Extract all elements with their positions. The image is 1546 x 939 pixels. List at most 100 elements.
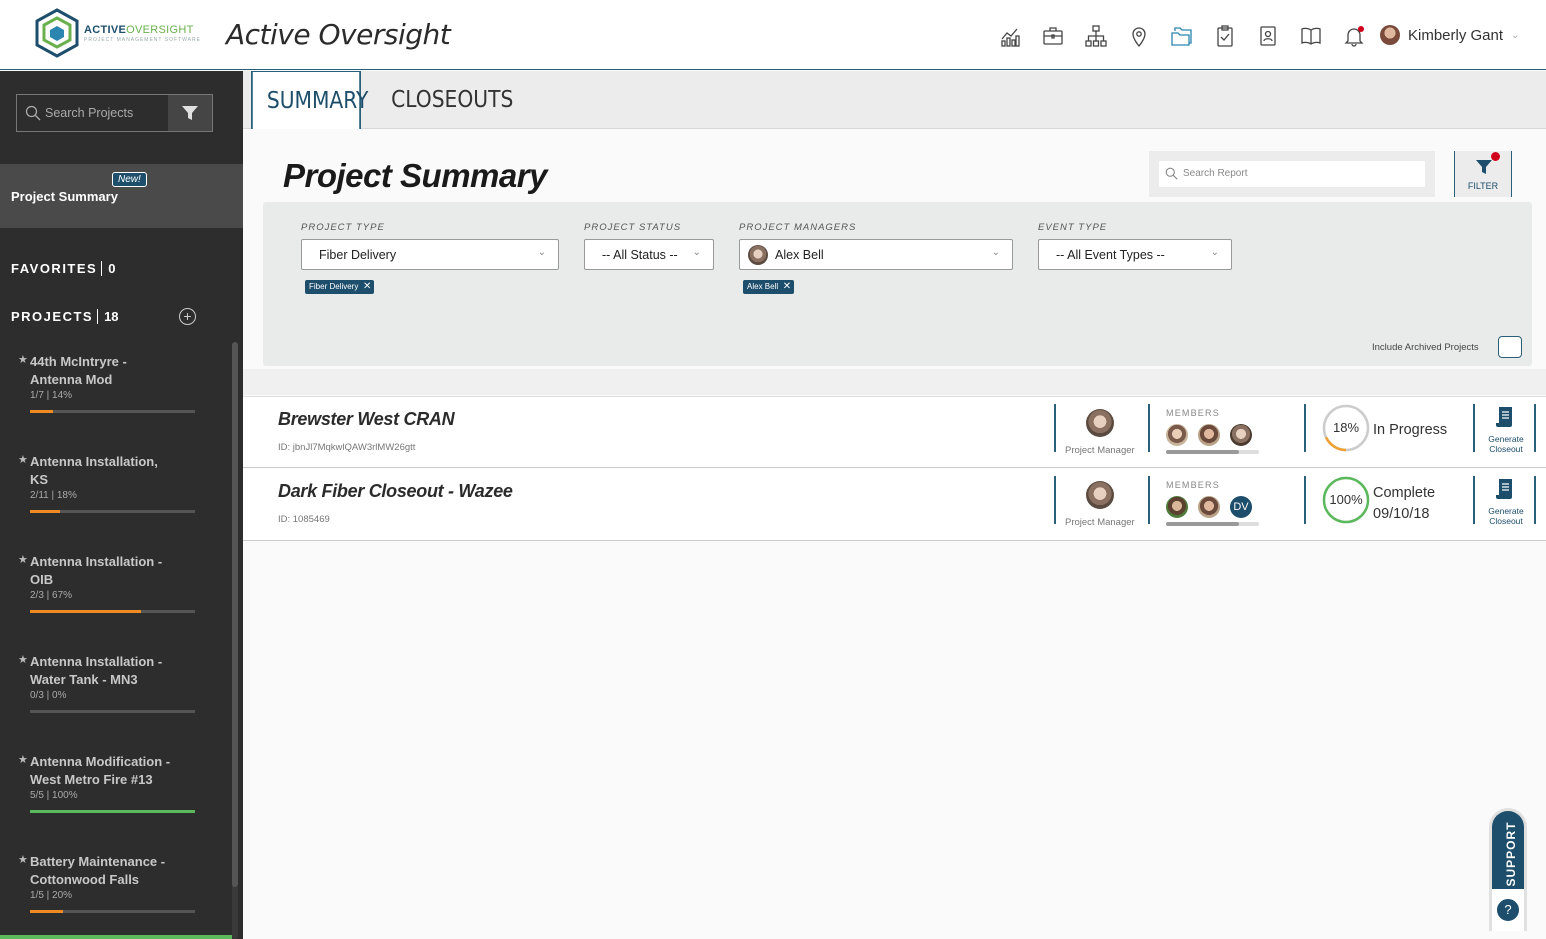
project-row[interactable]: Brewster West CRAN ID: jbnJl7MqkwlQAW3rl… bbox=[243, 396, 1546, 468]
page-title: Project Summary bbox=[283, 157, 547, 194]
members-label: MEMBERS bbox=[1166, 480, 1220, 490]
logo-word-active: ACTIVE bbox=[84, 24, 127, 36]
star-icon[interactable]: ★ bbox=[18, 353, 28, 366]
favorites-label: FAVORITES bbox=[11, 261, 98, 276]
search-report-placeholder: Search Report bbox=[1183, 168, 1248, 179]
active-oversight-logo[interactable] bbox=[34, 8, 80, 60]
clipboard-check-icon[interactable] bbox=[1203, 24, 1246, 48]
sidebar-project-item[interactable]: ★ Antenna Modification - West Metro Fire #… bbox=[18, 753, 203, 813]
sidebar-filter-button[interactable] bbox=[168, 95, 212, 131]
star-icon[interactable]: ★ bbox=[18, 653, 28, 666]
project-managers-label: PROJECT MANAGERS bbox=[739, 222, 857, 233]
member-avatar[interactable] bbox=[1230, 424, 1252, 446]
help-wrap: ? bbox=[1489, 889, 1527, 931]
project-type-select[interactable]: Fiber Delivery ⌄ bbox=[301, 239, 559, 270]
event-type-label: EVENT TYPE bbox=[1038, 222, 1108, 233]
member-avatar[interactable] bbox=[1198, 496, 1220, 518]
project-status-select[interactable]: -- All Status -- ⌄ bbox=[584, 239, 714, 270]
project-status-label: PROJECT STATUS bbox=[584, 222, 682, 233]
sidebar-scrollbar-thumb[interactable] bbox=[232, 342, 238, 887]
event-type-value: -- All Event Types -- bbox=[1056, 248, 1165, 262]
project-progress-fill bbox=[30, 410, 54, 413]
filter-icon bbox=[1476, 160, 1492, 174]
chevron-down-icon: ⌄ bbox=[1511, 29, 1520, 41]
support-tab[interactable]: SUPPORT ? bbox=[1489, 808, 1527, 931]
project-name-line-1: Antenna Installation - bbox=[30, 554, 163, 569]
member-avatar[interactable] bbox=[1166, 424, 1188, 446]
close-icon[interactable]: ✕ bbox=[783, 280, 791, 294]
members-scrollbar[interactable] bbox=[1166, 522, 1259, 526]
projects-label: PROJECTS bbox=[11, 309, 94, 324]
manager-avatar bbox=[748, 245, 768, 265]
event-type-select[interactable]: -- All Event Types -- ⌄ bbox=[1038, 239, 1232, 270]
star-icon[interactable]: ★ bbox=[18, 853, 28, 866]
tab-closeouts[interactable]: CLOSEOUTS bbox=[377, 71, 527, 129]
sidebar-bottom-progress bbox=[0, 935, 232, 939]
project-manager-label: Project Manager bbox=[1065, 445, 1135, 456]
project-managers-chip[interactable]: Alex Bell ✕ bbox=[743, 280, 795, 294]
book-icon[interactable] bbox=[1289, 24, 1332, 48]
status-text: Complete bbox=[1373, 485, 1436, 501]
logo-wordmark: ACTIVEOVERSIGHT bbox=[84, 24, 194, 36]
members-scrollbar-thumb[interactable] bbox=[1166, 522, 1239, 526]
help-icon[interactable]: ? bbox=[1496, 898, 1520, 922]
progress-value: 18% bbox=[1332, 420, 1360, 435]
filter-toggle-button[interactable]: FILTER bbox=[1454, 151, 1512, 197]
sidebar-project-item[interactable]: ★ 44th McIntryre - Antenna Mod 1/7 | 14% bbox=[18, 353, 203, 413]
project-name-line-1: 44th McIntryre - bbox=[30, 354, 127, 369]
analytics-icon[interactable] bbox=[988, 24, 1031, 48]
sidebar-project-item[interactable]: ★ Antenna Installation - OIB 2/3 | 67% bbox=[18, 553, 203, 613]
top-nav bbox=[988, 24, 1375, 48]
project-progress-fill bbox=[30, 910, 63, 913]
add-project-button[interactable]: + bbox=[179, 308, 196, 325]
folders-icon[interactable] bbox=[1160, 24, 1203, 48]
sidebar-project-item[interactable]: ★ Antenna Installation, KS 2/11 | 18% bbox=[18, 453, 203, 513]
project-search bbox=[16, 94, 213, 132]
project-manager-avatar[interactable] bbox=[1086, 409, 1114, 437]
user-menu[interactable]: Kimberly Gant ⌄ bbox=[1380, 25, 1519, 45]
project-name-line-1: Antenna Modification - bbox=[30, 754, 171, 769]
contacts-icon[interactable] bbox=[1246, 24, 1289, 48]
project-title[interactable]: Brewster West CRAN bbox=[278, 409, 455, 430]
star-icon[interactable]: ★ bbox=[18, 553, 28, 566]
member-avatar[interactable] bbox=[1166, 496, 1188, 518]
briefcase-icon[interactable] bbox=[1031, 24, 1074, 48]
project-name-line-1: Antenna Installation - bbox=[30, 654, 163, 669]
star-icon[interactable]: ★ bbox=[18, 453, 28, 466]
project-managers-chip-label: Alex Bell bbox=[747, 282, 779, 291]
row-separator bbox=[1473, 476, 1475, 524]
member-avatar[interactable] bbox=[1198, 424, 1220, 446]
project-managers-select[interactable]: Alex Bell ⌄ bbox=[739, 239, 1013, 270]
project-id: ID: 1085469 bbox=[278, 514, 330, 525]
tab-summary[interactable]: SUMMARY bbox=[251, 71, 368, 129]
project-summary-label: Project Summary bbox=[11, 189, 118, 204]
chevron-down-icon: ⌄ bbox=[1210, 247, 1219, 258]
include-archived-checkbox[interactable] bbox=[1498, 336, 1522, 358]
generate-closeout-button[interactable]: Generate Closeout bbox=[1484, 405, 1528, 454]
search-report-input[interactable]: Search Report bbox=[1159, 161, 1425, 187]
project-row[interactable]: Dark Fiber Closeout - Wazee ID: 1085469 … bbox=[243, 469, 1546, 541]
star-icon[interactable]: ★ bbox=[18, 753, 28, 766]
generate-closeout-button[interactable]: Generate Closeout bbox=[1484, 477, 1528, 526]
sidebar-project-item[interactable]: ★ Battery Maintenance - Cottonwood Falls 1/… bbox=[18, 853, 203, 913]
project-type-chip[interactable]: Fiber Delivery ✕ bbox=[305, 280, 375, 294]
members-scrollbar[interactable] bbox=[1166, 450, 1259, 454]
bell-icon[interactable] bbox=[1332, 24, 1375, 48]
sidebar-project-item[interactable]: ★ Antenna Installation - Water Tank - MN3 0… bbox=[18, 653, 203, 713]
favorites-header[interactable]: FAVORITES 0 bbox=[11, 261, 115, 276]
close-icon[interactable]: ✕ bbox=[363, 280, 371, 294]
support-label: SUPPORT bbox=[1504, 821, 1518, 887]
project-title[interactable]: Dark Fiber Closeout - Wazee bbox=[278, 481, 513, 502]
search-icon bbox=[1165, 167, 1178, 180]
map-pin-icon[interactable] bbox=[1117, 24, 1160, 48]
project-manager-avatar[interactable] bbox=[1086, 481, 1114, 509]
progress-ring: 18% bbox=[1321, 403, 1371, 453]
chevron-down-icon: ⌄ bbox=[692, 247, 701, 258]
project-status-value: -- All Status -- bbox=[602, 248, 678, 262]
member-initials-avatar[interactable]: DV bbox=[1230, 496, 1252, 518]
org-chart-icon[interactable] bbox=[1074, 24, 1117, 48]
filter-icon bbox=[182, 106, 198, 120]
search-projects-input[interactable] bbox=[45, 103, 175, 123]
members-scrollbar-thumb[interactable] bbox=[1166, 450, 1239, 454]
sidebar-item-project-summary[interactable]: Project Summary New! bbox=[0, 164, 243, 228]
